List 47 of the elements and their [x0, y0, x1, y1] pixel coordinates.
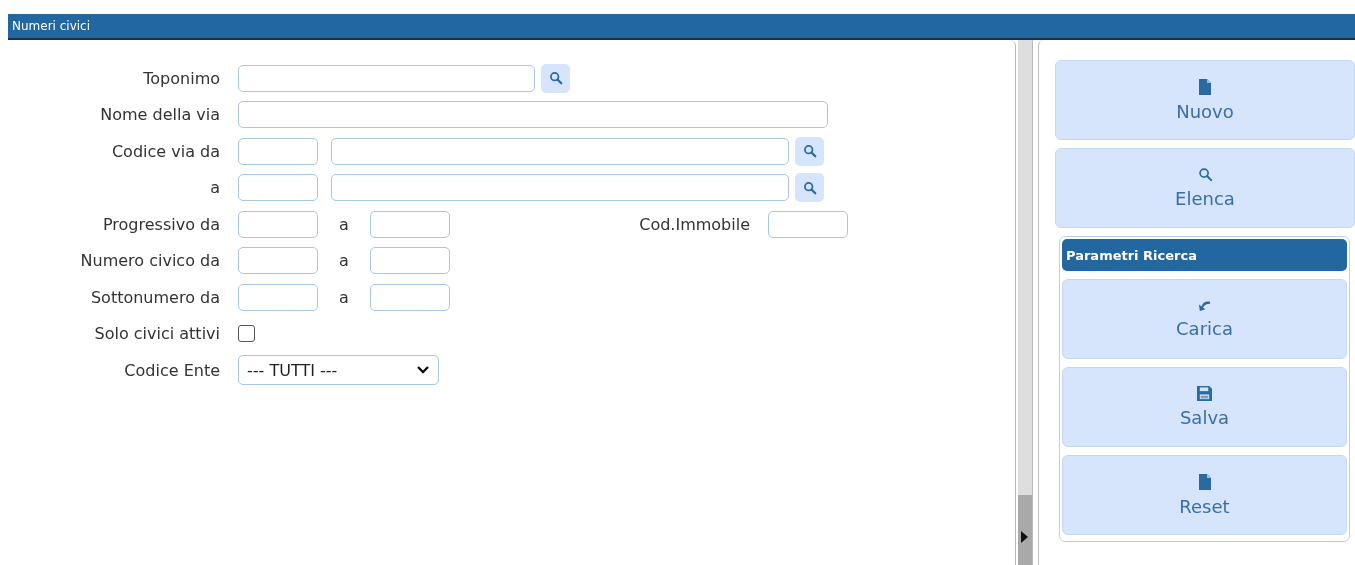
search-button[interactable]	[541, 63, 570, 93]
search-button[interactable]	[795, 173, 824, 203]
field-label: Toponimo	[142, 68, 220, 88]
field-label: Cod.Immobile	[638, 214, 751, 234]
list-button[interactable]: Elenca	[1055, 148, 1355, 228]
input-field[interactable]	[238, 101, 828, 129]
window-title: Numeri civici	[8, 14, 1355, 40]
input-field[interactable]	[238, 174, 318, 202]
input-field[interactable]	[238, 210, 318, 238]
search-icon	[802, 144, 817, 159]
field-label: Numero civico da	[79, 251, 220, 271]
range-separator: a	[338, 251, 350, 271]
field-label: Progressivo da	[101, 214, 220, 234]
curved-arrow-icon	[1198, 299, 1211, 312]
input-field[interactable]	[238, 64, 535, 92]
reset-button[interactable]: Reset	[1062, 455, 1347, 535]
field-label: Nome della via	[99, 105, 220, 125]
file-icon	[1199, 78, 1211, 95]
save-button[interactable]: Salva	[1062, 367, 1347, 447]
panel-title: Parametri Ricerca	[1062, 239, 1347, 271]
input-field[interactable]	[238, 283, 318, 311]
input-field[interactable]	[370, 283, 450, 311]
input-field[interactable]	[768, 210, 848, 238]
field-label: Codice Ente	[123, 360, 220, 380]
file-icon	[1198, 473, 1211, 490]
field-label: Codice via da	[110, 141, 220, 161]
input-field[interactable]	[331, 137, 789, 165]
dropdown[interactable]: --- TUTTI ---	[238, 355, 439, 386]
range-separator: a	[338, 214, 350, 234]
input-field[interactable]	[238, 247, 318, 275]
new-button[interactable]: Nuovo	[1055, 60, 1355, 140]
field-label: Sottonumero da	[89, 287, 220, 307]
checkbox[interactable]	[238, 325, 255, 343]
input-field[interactable]	[370, 210, 450, 238]
chevron-down-icon	[416, 365, 430, 376]
search-icon	[548, 71, 563, 86]
input-field[interactable]	[370, 247, 450, 275]
search-button[interactable]	[795, 136, 824, 166]
expand-arrow-icon[interactable]	[1021, 531, 1029, 543]
load-button[interactable]: Carica	[1062, 279, 1347, 359]
input-field[interactable]	[238, 137, 318, 165]
input-field[interactable]	[331, 174, 789, 202]
field-label: a	[209, 178, 220, 198]
search-icon	[1197, 167, 1213, 182]
field-label: Solo civici attivi	[93, 324, 220, 344]
search-icon	[802, 180, 817, 195]
range-separator: a	[338, 287, 350, 307]
